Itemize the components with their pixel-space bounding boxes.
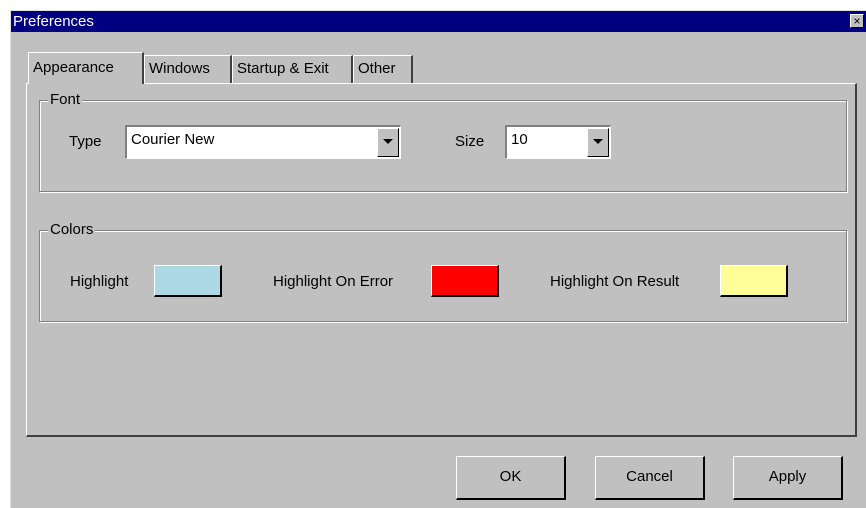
font-type-value: Courier New xyxy=(131,131,215,148)
tab-startup-exit[interactable]: Startup & Exit xyxy=(232,55,353,83)
font-size-select[interactable]: 10 xyxy=(505,125,611,159)
apply-button-label: Apply xyxy=(768,468,807,485)
appearance-panel: Font Type Courier New Size 10 Colors Hig… xyxy=(26,83,857,437)
font-group-legend: Font xyxy=(48,91,83,108)
close-button[interactable]: × xyxy=(850,14,864,28)
tab-label: Appearance xyxy=(33,59,114,76)
window-title: Preferences xyxy=(13,13,94,30)
ok-button-label: OK xyxy=(499,468,522,485)
colors-group: Colors Highlight Highlight On Error High… xyxy=(39,221,847,322)
tab-windows[interactable]: Windows xyxy=(144,55,232,83)
tab-label: Startup & Exit xyxy=(237,60,329,77)
tab-label: Other xyxy=(358,60,396,77)
apply-button[interactable]: Apply xyxy=(733,456,843,500)
font-size-value: 10 xyxy=(511,131,528,148)
highlight-color-swatch[interactable] xyxy=(154,265,222,297)
font-group: Font Type Courier New Size 10 xyxy=(39,91,847,192)
tab-label: Windows xyxy=(149,60,210,77)
cancel-button-label: Cancel xyxy=(626,468,673,485)
font-type-label: Type xyxy=(69,133,102,150)
font-size-dropdown-button[interactable] xyxy=(587,128,609,157)
highlight-on-error-label: Highlight On Error xyxy=(273,273,394,290)
ok-button[interactable]: OK xyxy=(456,456,566,500)
preferences-dialog: Preferences × Appearance Windows Startup… xyxy=(10,10,866,508)
highlight-on-result-label: Highlight On Result xyxy=(550,273,680,290)
cancel-button[interactable]: Cancel xyxy=(595,456,705,500)
close-icon: × xyxy=(853,14,861,28)
highlight-on-result-color-swatch[interactable] xyxy=(720,265,788,297)
colors-group-legend: Colors xyxy=(48,221,96,238)
chevron-down-icon xyxy=(383,139,393,144)
tab-appearance[interactable]: Appearance xyxy=(28,52,144,84)
font-type-dropdown-button[interactable] xyxy=(377,128,399,157)
chevron-down-icon xyxy=(593,139,603,144)
highlight-label: Highlight xyxy=(70,273,129,290)
font-type-select[interactable]: Courier New xyxy=(125,125,401,159)
highlight-on-error-color-swatch[interactable] xyxy=(431,265,499,297)
font-size-label: Size xyxy=(455,133,485,150)
title-bar: Preferences × xyxy=(11,11,866,32)
tab-other[interactable]: Other xyxy=(353,55,413,83)
